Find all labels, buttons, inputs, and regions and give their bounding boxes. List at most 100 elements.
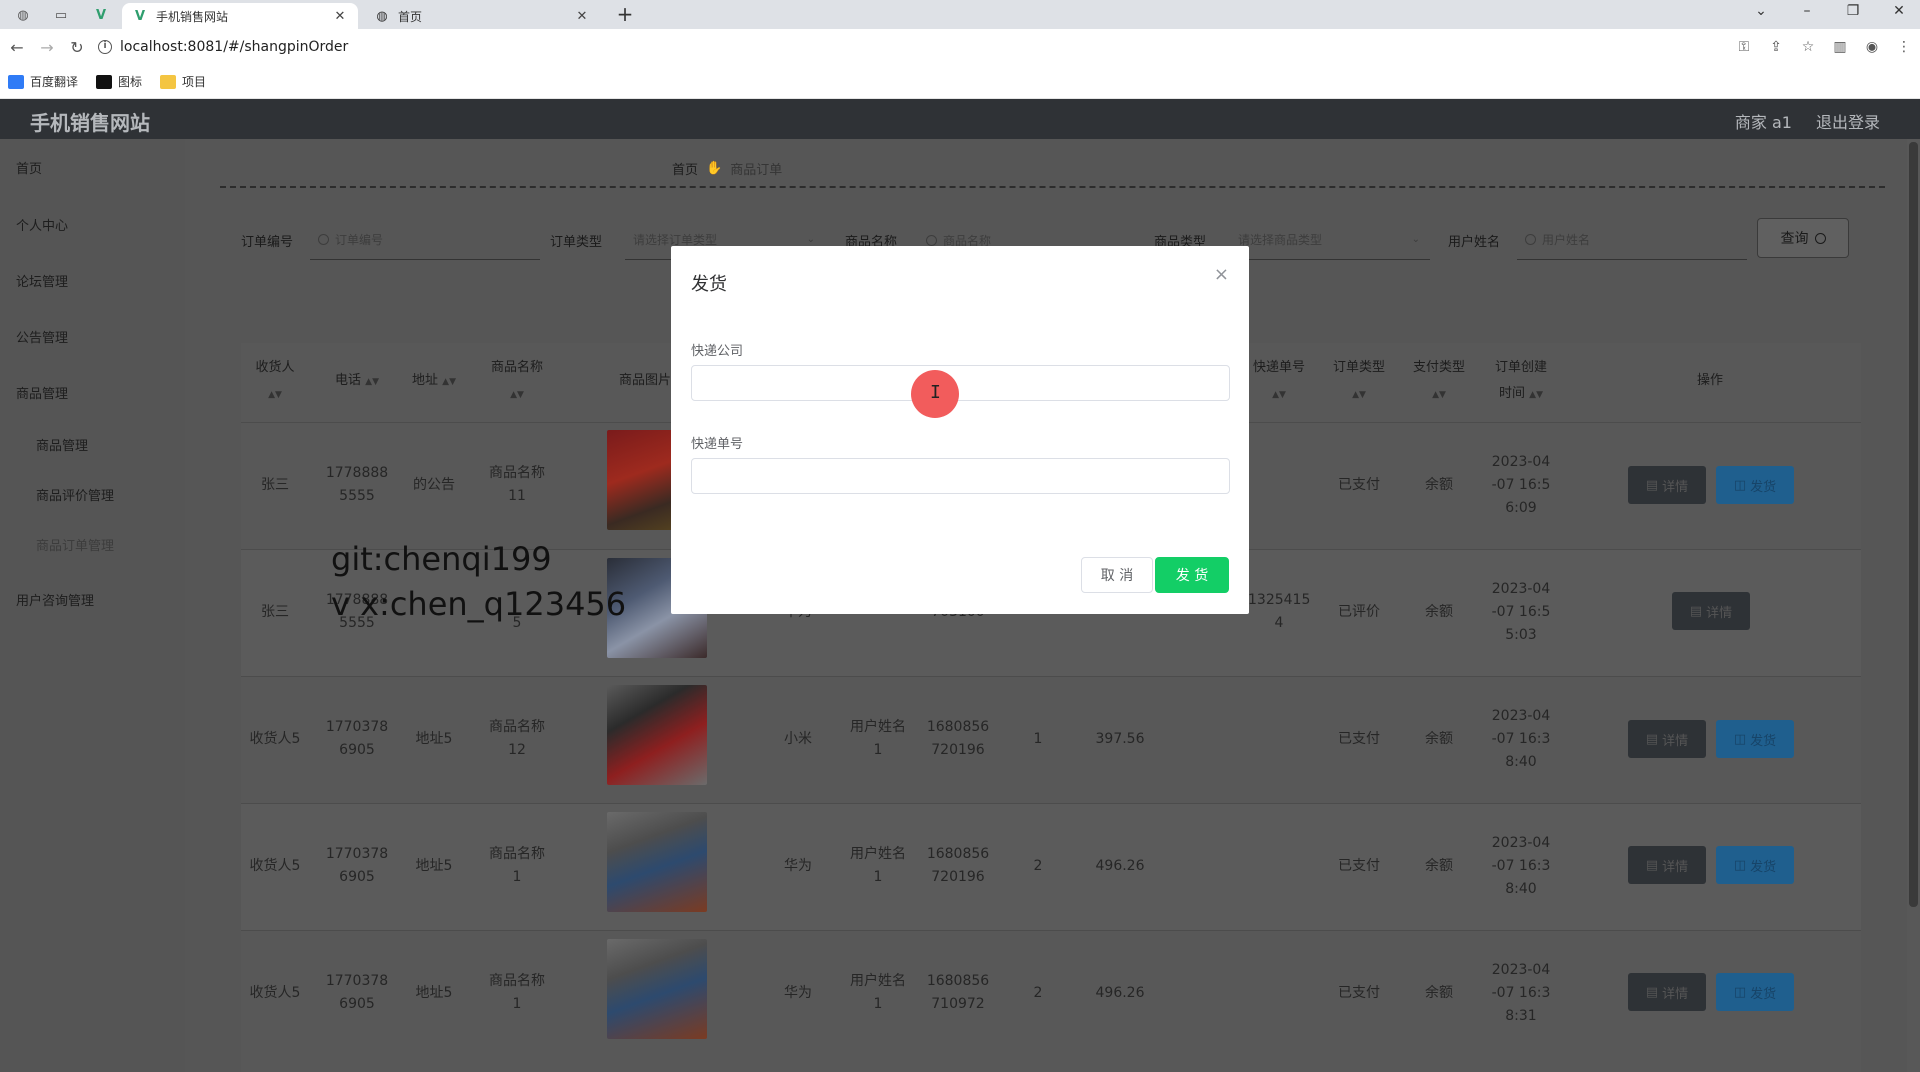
cell-pay-type: 余额 <box>1425 604 1453 620</box>
sort-icon: ▲▼ <box>365 377 379 387</box>
text-cursor-icon: I <box>930 382 941 403</box>
pinned-tab-icon[interactable]: ▭ <box>46 3 76 27</box>
document-icon: ▤ <box>1689 603 1703 619</box>
info-icon[interactable]: i <box>98 40 112 54</box>
vue-logo-icon[interactable]: V <box>86 3 116 27</box>
cell-order-type: 已支付 <box>1338 985 1380 1001</box>
minimize-icon[interactable]: – <box>1784 0 1830 24</box>
sort-icon: ▲▼ <box>1352 390 1366 400</box>
window-close-icon[interactable]: ✕ <box>1876 0 1920 24</box>
share-icon[interactable]: ⇪ <box>1760 39 1792 55</box>
cell-brand: 华为 <box>784 858 812 874</box>
cell-pay-type: 余额 <box>1425 477 1453 493</box>
sidebar-item-notice[interactable]: 公告管理 <box>16 327 68 346</box>
tracking-number-label: 快递单号 <box>691 437 744 452</box>
detail-button[interactable]: ▤ 详情 <box>1628 720 1706 758</box>
forward-icon[interactable]: → <box>34 34 60 60</box>
chevron-down-icon[interactable]: ⌄ <box>1738 0 1784 24</box>
cell-order-type: 已评价 <box>1338 604 1380 620</box>
ship-button[interactable]: ◫ 发货 <box>1716 846 1794 884</box>
book-icon: ◫ <box>1733 477 1747 493</box>
product-image[interactable] <box>607 685 707 785</box>
product-image[interactable] <box>607 812 707 912</box>
express-company-input[interactable] <box>691 365 1230 401</box>
close-icon[interactable]: ✕ <box>332 9 348 24</box>
document-icon: ▤ <box>1645 857 1659 873</box>
detail-button[interactable]: ▤ 详情 <box>1628 973 1706 1011</box>
product-type-select[interactable]: 请选择商品类型 ⌄ <box>1230 220 1430 260</box>
bookmark-icons[interactable]: 图标 <box>96 73 142 90</box>
cell-address: 地址5 <box>415 858 453 874</box>
order-no-input[interactable]: 订单编号 <box>310 220 540 260</box>
cell-order-no: 1680856 720196 <box>926 719 990 758</box>
hand-icon: ✋ <box>706 161 723 176</box>
col-address[interactable]: 地址 ▲▼ <box>404 368 464 395</box>
translate-icon <box>8 74 24 89</box>
current-user: 商家 a1 <box>1734 113 1792 132</box>
menu-dots-icon[interactable]: ⋮ <box>1888 39 1920 55</box>
col-receiver[interactable]: 收货人 ▲▼ <box>250 355 300 408</box>
watermark-line: v x:chen_q123456 <box>331 585 627 623</box>
tab-shop[interactable]: V 手机销售网站 ✕ <box>122 3 358 29</box>
ship-button[interactable]: ◫ 发货 <box>1716 466 1794 504</box>
col-pay-type[interactable]: 支付类型 ▲▼ <box>1408 355 1470 408</box>
new-tab-button[interactable]: + <box>612 3 638 27</box>
cell-receiver: 收货人5 <box>249 731 301 747</box>
sidebar-item-product-management[interactable]: 商品管理 <box>16 383 68 402</box>
detail-button[interactable]: ▤ 详情 <box>1628 846 1706 884</box>
logout-link[interactable]: 退出登录 <box>1816 109 1880 133</box>
cell-receiver: 张三 <box>261 604 289 620</box>
key-icon[interactable]: ⚿ <box>1728 39 1760 55</box>
sort-icon: ▲▼ <box>442 377 456 387</box>
url-field[interactable]: i localhost:8081/#/shangpinOrder <box>98 39 348 55</box>
breadcrumb-home[interactable]: 首页 <box>672 159 698 178</box>
tracking-number-input[interactable] <box>691 458 1230 494</box>
filter-order-no-label: 订单编号 <box>241 234 294 250</box>
search-button[interactable]: 查询 <box>1757 218 1849 258</box>
search-icon <box>926 234 937 246</box>
sidebar-subitem-reviews[interactable]: 商品评价管理 <box>36 485 114 504</box>
sidebar-subitem-products[interactable]: 商品管理 <box>36 435 88 454</box>
cell-phone: 1770378 6905 <box>325 973 389 1012</box>
bookmark-project[interactable]: 项目 <box>160 73 206 90</box>
sidebar-item-forum[interactable]: 论坛管理 <box>16 271 68 290</box>
cell-order-type: 已支付 <box>1338 731 1380 747</box>
tab-home[interactable]: ◍ 首页 ✕ <box>364 3 600 29</box>
url-text: localhost:8081/#/shangpinOrder <box>120 39 349 55</box>
star-icon[interactable]: ☆ <box>1792 39 1824 55</box>
ship-button[interactable]: ◫ 发货 <box>1716 720 1794 758</box>
reload-icon[interactable]: ↻ <box>64 34 90 60</box>
cell-quantity: 2 <box>1033 985 1043 1001</box>
restore-icon[interactable]: ❐ <box>1830 0 1876 24</box>
user-name-input[interactable]: 用户姓名 <box>1517 220 1747 260</box>
cell-brand: 小米 <box>784 731 812 747</box>
confirm-ship-button[interactable]: 发 货 <box>1155 557 1229 593</box>
sidebar-item-home[interactable]: 首页 <box>16 158 42 177</box>
scrollbar-thumb[interactable] <box>1909 142 1918 907</box>
vue-logo-icon: V <box>134 8 146 24</box>
globe-icon[interactable]: ◍ <box>8 3 38 27</box>
cell-user-name: 用户姓名 1 <box>850 719 906 758</box>
bookmark-baidu-translate[interactable]: 百度翻译 <box>8 73 78 90</box>
sidebar-subitem-orders[interactable]: 商品订单管理 <box>36 535 114 554</box>
ship-button[interactable]: ◫ 发货 <box>1716 973 1794 1011</box>
col-express-no[interactable]: 快递单号 ▲▼ <box>1248 355 1310 408</box>
search-icon <box>1525 234 1536 245</box>
detail-button[interactable]: ▤ 详情 <box>1628 466 1706 504</box>
col-product-name[interactable]: 商品名称 ▲▼ <box>482 355 552 408</box>
col-order-type[interactable]: 订单类型 ▲▼ <box>1328 355 1390 408</box>
sidebar-item-personal-center[interactable]: 个人中心 <box>16 215 68 234</box>
ship-dialog: 发货 × 快递公司 快递单号 取 消 发 货 <box>671 246 1249 614</box>
col-created-time[interactable]: 订单创建 时间 ▲▼ <box>1486 355 1556 408</box>
book-icon: ◫ <box>1733 857 1747 873</box>
sidepanel-icon[interactable]: ▥ <box>1824 39 1856 55</box>
sidebar-item-consultation[interactable]: 用户咨询管理 <box>16 590 94 609</box>
col-phone[interactable]: 电话 ▲▼ <box>322 368 392 395</box>
detail-button[interactable]: ▤ 详情 <box>1672 592 1750 630</box>
close-icon[interactable]: ✕ <box>574 9 590 24</box>
close-icon[interactable]: × <box>1214 264 1229 285</box>
cancel-button[interactable]: 取 消 <box>1081 557 1153 593</box>
product-image[interactable] <box>607 939 707 1039</box>
profile-icon[interactable]: ◉ <box>1856 39 1888 55</box>
back-icon[interactable]: ← <box>4 34 30 60</box>
